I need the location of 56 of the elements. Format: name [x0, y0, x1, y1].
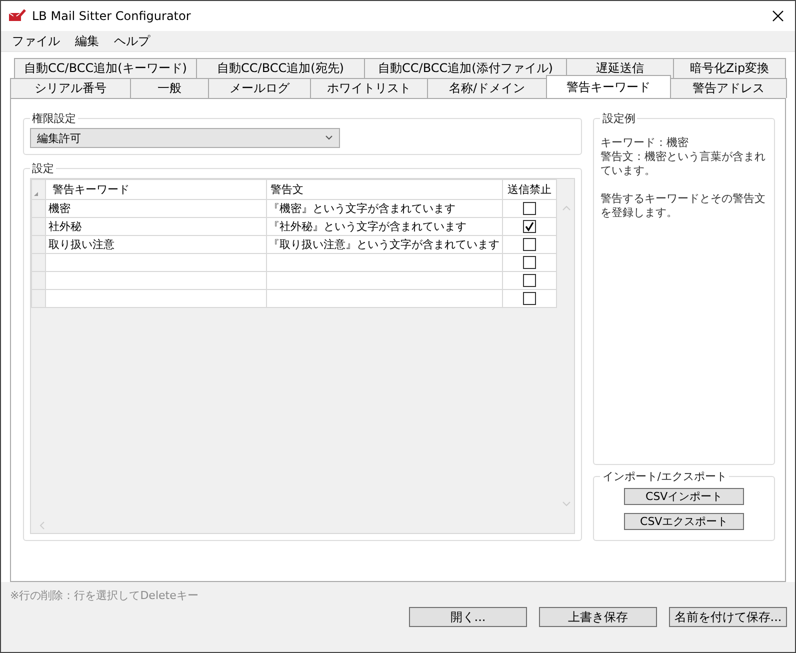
- footer-button[interactable]: 開く...: [409, 607, 527, 627]
- csv-button[interactable]: CSVインポート: [624, 488, 744, 505]
- example-note: 警告するキーワードとその警告文を登録します。: [600, 192, 766, 220]
- table-cell: 『社外秘』という文字が含まれています: [268, 220, 467, 233]
- footer-button[interactable]: 名前を付けて保存...: [669, 607, 787, 627]
- example-text: キーワード：機密: [600, 136, 690, 150]
- corner-icon: [34, 192, 38, 196]
- tab[interactable]: 自動CC/BCC追加(キーワード): [14, 58, 197, 78]
- table-cell: 社外秘: [48, 220, 82, 233]
- column-header[interactable]: 警告文: [266, 180, 502, 200]
- row-header[interactable]: [32, 200, 46, 218]
- window-title: LB Mail Sitter Configurator: [32, 9, 192, 23]
- group-title: 設定: [31, 161, 55, 176]
- checkbox[interactable]: [522, 256, 536, 270]
- chevron-left-icon[interactable]: [39, 520, 45, 530]
- row-header[interactable]: [32, 236, 46, 254]
- column-header[interactable]: 警告キーワード: [46, 180, 266, 200]
- tab[interactable]: 自動CC/BCC追加(添付ファイル): [364, 58, 567, 78]
- table-cell: 『取り扱い注意』という文字が含まれています: [268, 238, 500, 251]
- example-text: 警告文：機密という言葉が含まれています。: [600, 150, 766, 178]
- group-title: インポート/エクスポート: [601, 469, 728, 484]
- checkbox[interactable]: [522, 202, 536, 216]
- tab[interactable]: メールログ: [208, 78, 311, 98]
- tab[interactable]: 暗号化Zip変換: [673, 58, 786, 78]
- checkbox[interactable]: [522, 292, 536, 306]
- tab[interactable]: 警告アドレス: [670, 78, 787, 98]
- tab[interactable]: 名称/ドメイン: [427, 78, 547, 98]
- checkbox[interactable]: [522, 274, 536, 288]
- app-logo-icon: [8, 9, 26, 23]
- group-title: 権限設定: [31, 111, 77, 126]
- table-cell: 『機密』という文字が含まれています: [268, 202, 456, 215]
- checkbox[interactable]: [522, 238, 536, 252]
- menu-item[interactable]: 編集: [69, 32, 105, 50]
- close-icon[interactable]: [772, 10, 784, 22]
- csv-button[interactable]: CSVエクスポート: [624, 513, 744, 530]
- chevron-down-icon[interactable]: [562, 501, 571, 507]
- column-header[interactable]: 送信禁止: [502, 180, 556, 200]
- menu-item[interactable]: ヘルプ: [108, 32, 156, 50]
- row-header[interactable]: [32, 272, 46, 290]
- chevron-down-icon: [325, 135, 333, 141]
- permission-dropdown[interactable]: 編集許可: [30, 128, 340, 148]
- tab[interactable]: 自動CC/BCC追加(宛先): [196, 58, 365, 78]
- checkbox[interactable]: [522, 220, 536, 234]
- row-header[interactable]: [32, 218, 46, 236]
- tab[interactable]: シリアル番号: [10, 78, 131, 98]
- group-title: 設定例: [601, 111, 636, 126]
- footer-button[interactable]: 上書き保存: [539, 607, 657, 627]
- tab[interactable]: ホワイトリスト: [310, 78, 428, 98]
- tab[interactable]: 一般: [130, 78, 209, 98]
- row-header[interactable]: [32, 254, 46, 272]
- row-header[interactable]: [32, 290, 46, 308]
- menu-item[interactable]: ファイル: [6, 32, 66, 50]
- hint-text: ※行の削除：行を選択してDeleteキー: [10, 588, 200, 603]
- table-cell: 取り扱い注意: [48, 238, 114, 251]
- chevron-up-icon[interactable]: [562, 205, 571, 211]
- table-cell: 機密: [48, 202, 70, 215]
